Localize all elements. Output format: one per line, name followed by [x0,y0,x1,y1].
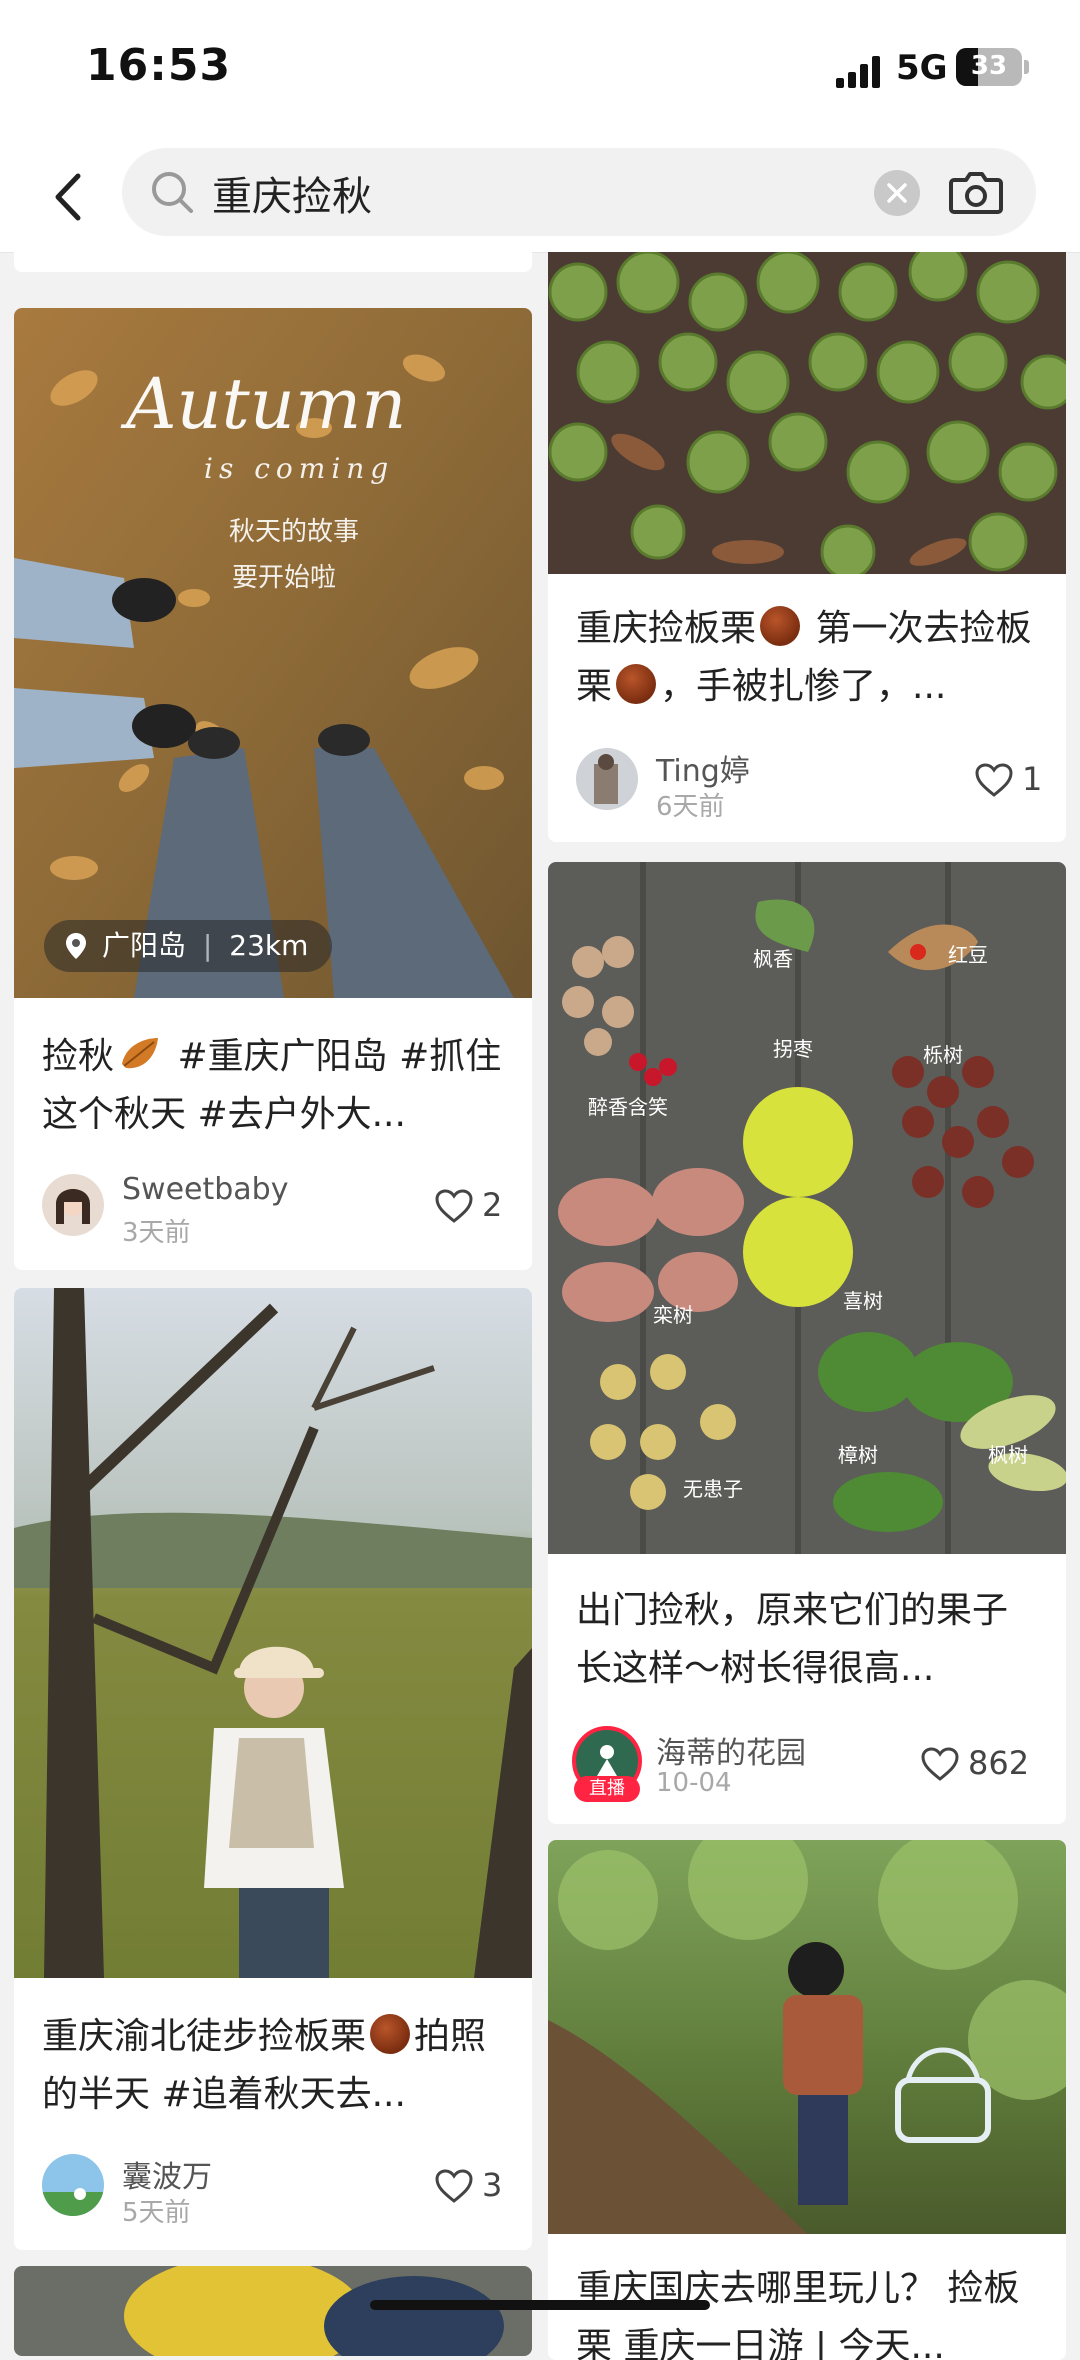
signal-icon [836,56,882,88]
like-count: 3 [482,2166,503,2204]
svg-text:醉香含笑: 醉香含笑 [588,1095,668,1119]
svg-text:无患子: 无患子 [683,1477,743,1501]
svg-text:喜树: 喜树 [843,1289,883,1313]
post-date: 3天前 [122,1218,191,1248]
post-title: 捡秋 #重庆广阳岛 #抓住这个秋天 #去户外大... [42,1036,502,1135]
svg-text:樟树: 樟树 [838,1443,878,1467]
close-icon [887,183,907,203]
chevron-left-icon [55,173,81,221]
search-bar[interactable]: 重庆捡秋 [122,148,1036,236]
feed-card-partial[interactable] [14,252,532,272]
author-name[interactable]: 海蒂的花园 [656,1728,806,1772]
search-header: 重庆捡秋 [0,140,1080,253]
feed-card[interactable]: 枫香 红豆 拐枣 栎树 醉香含笑 栾树 喜树 樟树 枫树 无患子 出门捡秋，原来… [548,862,1066,1824]
like-count: 862 [968,1744,1030,1782]
location-tag[interactable]: 广阳岛 | 23km [44,920,333,972]
post-image: Autumn is coming 秋天的故事 要开始啦 [14,308,532,998]
feed-card[interactable]: 重庆国庆去哪里玩儿？ 捡板栗 重庆一日游 | 今天... [548,1840,1066,2360]
image-caption-start: 要开始啦 [232,563,336,593]
network-label: 5G [896,48,948,88]
image-caption-coming: is coming [204,452,394,485]
like-count: 1 [1022,760,1043,798]
image-caption-story: 秋天的故事 [229,517,359,547]
camera-icon[interactable] [948,166,1004,218]
post-date: 6天前 [656,792,725,822]
chestnut-icon [370,2014,411,2054]
feed-card[interactable]: Autumn is coming 秋天的故事 要开始啦 广阳岛 | 23km 捡… [14,308,532,1270]
feed-card[interactable]: 重庆渝北徒步捡板栗 拍照的半天 #追着秋天去... 囊波万 5天前 3 [14,1288,532,2250]
svg-text:枫树: 枫树 [988,1443,1028,1467]
location-pin-icon [66,933,86,959]
feed-card-partial[interactable] [14,2266,532,2356]
svg-text:栎树: 栎树 [923,1043,963,1067]
fallen-leaf-icon [122,1038,159,1069]
like-count: 2 [482,1186,503,1224]
post-image: 枫香 红豆 拐枣 栎树 醉香含笑 栾树 喜树 樟树 枫树 无患子 [548,862,1066,1554]
heart-icon[interactable] [434,2168,474,2204]
chestnut-icon [616,664,657,704]
author-name[interactable]: Ting婷 [656,746,750,790]
svg-text:枫香: 枫香 [753,947,793,971]
heart-icon[interactable] [974,762,1014,798]
avatar[interactable]: 直播 [572,1726,642,1802]
search-input[interactable]: 重庆捡秋 [212,164,372,222]
avatar[interactable] [576,748,638,810]
post-image [14,2266,532,2356]
post-title: 重庆国庆去哪里玩儿？ 捡板栗 重庆一日游 | 今天... [576,2268,1020,2360]
post-image [14,1288,532,1978]
avatar[interactable] [42,1174,104,1236]
feed-card[interactable]: 重庆捡板栗 第一次去捡板栗 ，手被扎惨了，... Ting婷 6天前 1 [548,252,1066,842]
location-distance: 23km [229,929,309,962]
back-button[interactable] [44,162,94,232]
post-title: 出门捡秋，原来它们的果子长这样～树长得很高... [576,1590,1009,1689]
status-bar: 16:53 5G 33 [0,0,1080,140]
battery-level: 33 [970,51,1008,81]
battery-icon: 33 [956,48,1022,86]
post-date: 10-04 [656,1768,732,1798]
image-caption-autumn: Autumn [120,363,406,445]
post-title: 重庆渝北徒步捡板栗 拍照的半天 #追着秋天去... [42,2014,487,2115]
svg-text:拐枣: 拐枣 [773,1037,813,1061]
clear-button[interactable] [874,170,920,216]
svg-text:栾树: 栾树 [653,1303,693,1327]
search-icon [152,172,193,213]
live-badge: 直播 [574,1776,640,1802]
status-time: 16:53 [86,40,232,91]
location-name: 广阳岛 [102,929,187,962]
home-indicator [370,2300,710,2310]
post-date: 5天前 [122,2198,191,2228]
post-image [548,252,1066,574]
author-name[interactable]: Sweetbaby [122,1172,288,1207]
author-name[interactable]: 囊波万 [122,2152,212,2196]
svg-text:红豆: 红豆 [948,943,988,967]
post-image [548,1840,1066,2234]
avatar[interactable] [42,2154,104,2216]
post-title: 重庆捡板栗 第一次去捡板栗 ，手被扎惨了，... [576,606,1032,707]
chestnut-icon [760,606,801,646]
heart-icon[interactable] [434,1188,474,1224]
heart-icon[interactable] [920,1746,960,1782]
